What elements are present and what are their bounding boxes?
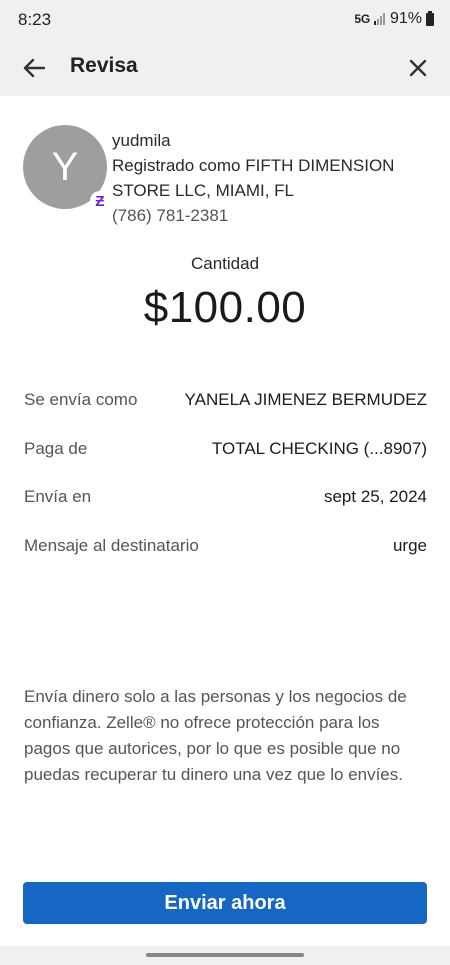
battery-level: 91% [389, 10, 422, 27]
zelle-icon: Ƶ [90, 191, 110, 211]
disclaimer-text: Envía dinero solo a las personas y los n… [24, 687, 407, 784]
recipient-info: yudmila Registrado como FIFTH DIMENSION … [112, 128, 432, 228]
recipient-registered-line1: Registrado como FIFTH DIMENSION [112, 156, 395, 175]
detail-label: Paga de [24, 439, 88, 458]
app-bar: Revisa [0, 40, 450, 96]
status-bar: 8:23 5G 91% [0, 0, 450, 40]
navigation-bar [0, 946, 450, 965]
signal-icon [373, 13, 386, 25]
status-indicators: 5G 91% [354, 10, 434, 28]
detail-row-message: Mensaje al destinatario urge [24, 532, 427, 560]
detail-value: urge [392, 536, 427, 555]
detail-label: Envía en [24, 487, 92, 506]
detail-value: YANELA JIMENEZ BERMUDEZ [184, 390, 427, 409]
detail-row-sender: Se envía como YANELA JIMENEZ BERMUDEZ [24, 386, 427, 414]
battery-icon [426, 10, 434, 26]
detail-label: Se envía como [24, 390, 138, 409]
recipient-registered-line2: STORE LLC, MIAMI, FL [112, 181, 295, 200]
send-now-button[interactable]: Enviar ahora [23, 882, 427, 924]
close-icon [409, 59, 427, 77]
home-indicator[interactable] [146, 953, 304, 957]
amount-value: $100.00 [143, 283, 307, 332]
detail-row-account: Paga de TOTAL CHECKING (...8907) [24, 435, 427, 463]
detail-label: Mensaje al destinatario [24, 536, 199, 555]
detail-row-date: Envía en sept 25, 2024 [24, 483, 427, 511]
arrow-left-icon [23, 58, 45, 78]
status-time: 8:23 [18, 10, 52, 29]
network-indicator: 5G [354, 12, 370, 26]
amount-label: Cantidad [190, 254, 260, 273]
detail-value: TOTAL CHECKING (...8907) [211, 439, 427, 458]
detail-value: sept 25, 2024 [323, 487, 427, 506]
back-button[interactable] [18, 52, 50, 84]
recipient-phone: (786) 781-2381 [112, 206, 229, 225]
close-button[interactable] [402, 52, 434, 84]
recipient-name: yudmila [112, 131, 171, 150]
page-title: Revisa [70, 54, 138, 77]
